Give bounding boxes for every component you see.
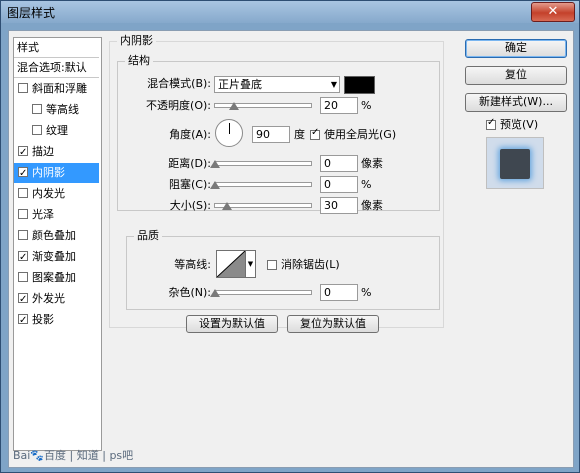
sidebar-item-stroke[interactable]: 描边 [14, 142, 99, 162]
checkbox-drop-shadow[interactable] [18, 311, 28, 330]
preview-checkbox[interactable] [486, 117, 496, 130]
size-input[interactable]: 30 [320, 197, 358, 214]
chevron-down-icon: ▼ [247, 260, 254, 268]
shadow-color-swatch[interactable] [344, 76, 375, 94]
preview-label[interactable]: 预览(V) [500, 117, 538, 133]
checkbox-stroke[interactable] [18, 143, 28, 162]
checkbox-bevel-emboss[interactable] [18, 83, 28, 93]
quality-title: 品质 [134, 229, 162, 243]
sidebar-item-drop-shadow[interactable]: 投影 [14, 310, 99, 330]
choke-unit: % [361, 178, 372, 191]
blend-mode-select[interactable]: 正片叠底 ▼ [214, 76, 340, 93]
opacity-label: 不透明度(O): [146, 99, 211, 112]
sidebar-item-bevel-emboss[interactable]: 斜面和浮雕 [14, 79, 99, 99]
contour-curve-icon [217, 251, 245, 277]
angle-dial[interactable] [215, 119, 243, 147]
size-slider[interactable] [214, 202, 312, 210]
sidebar-item-inner-glow[interactable]: 内发光 [14, 184, 99, 204]
checkbox-inner-shadow[interactable] [18, 164, 28, 183]
reset-button[interactable]: 复位 [465, 66, 567, 85]
size-unit: 像素 [361, 199, 383, 212]
sidebar-item-contour[interactable]: 等高线 [14, 100, 113, 120]
contour-dropdown[interactable]: ▼ [246, 250, 256, 278]
watermark: Bai🐾百度 | 知道 | ps吧 [13, 449, 134, 462]
choke-slider-thumb[interactable] [210, 181, 220, 189]
blend-mode-label: 混合模式(B): [147, 77, 211, 90]
sidebar-item-styles[interactable]: 样式 [14, 38, 99, 58]
checkbox-satin[interactable] [18, 209, 28, 219]
ok-button[interactable]: 确定 [465, 39, 567, 58]
dialog-body: 样式 混合选项:默认 斜面和浮雕 等高线 纹理 描边 内阴影 内发光 光泽 颜色… [8, 30, 574, 468]
sidebar-item-pattern-overlay[interactable]: 图案叠加 [14, 268, 99, 288]
sidebar-item-satin[interactable]: 光泽 [14, 205, 99, 225]
contour-label: 等高线: [174, 258, 211, 271]
title-bar[interactable]: 图层样式 ✕ [1, 1, 579, 23]
contour-picker[interactable] [216, 250, 246, 278]
checkbox-inner-glow[interactable] [18, 188, 28, 198]
opacity-slider-thumb[interactable] [229, 102, 240, 110]
noise-slider-thumb[interactable] [210, 289, 220, 297]
preview-swatch [500, 149, 530, 179]
opacity-slider[interactable] [214, 102, 312, 110]
size-label: 大小(S): [169, 199, 211, 212]
checkbox-pattern-overlay[interactable] [18, 272, 28, 282]
choke-slider[interactable] [210, 181, 312, 189]
use-global-light-checkbox[interactable] [310, 127, 320, 140]
choke-label: 阻塞(C): [169, 178, 211, 191]
close-button[interactable]: ✕ [531, 2, 575, 22]
distance-slider-thumb[interactable] [210, 160, 220, 168]
angle-input[interactable]: 90 [252, 126, 290, 143]
noise-slider[interactable] [210, 289, 312, 297]
distance-unit: 像素 [361, 157, 383, 170]
use-global-light-label[interactable]: 使用全局光(G) [324, 127, 396, 143]
layer-style-dialog: 图层样式 ✕ 样式 混合选项:默认 斜面和浮雕 等高线 纹理 描边 内阴影 内发… [0, 0, 580, 473]
checkbox-gradient-overlay[interactable] [18, 248, 28, 267]
set-as-default-button[interactable]: 设置为默认值 [186, 315, 278, 333]
noise-label: 杂色(N): [168, 286, 211, 299]
distance-slider[interactable] [210, 160, 312, 168]
distance-input[interactable]: 0 [320, 155, 358, 172]
reset-to-default-button[interactable]: 复位为默认值 [287, 315, 379, 333]
angle-label: 角度(A): [169, 128, 211, 141]
styles-list: 样式 混合选项:默认 斜面和浮雕 等高线 纹理 描边 内阴影 内发光 光泽 颜色… [13, 37, 102, 451]
structure-title: 结构 [125, 54, 153, 68]
sidebar-item-outer-glow[interactable]: 外发光 [14, 289, 99, 309]
choke-input[interactable]: 0 [320, 176, 358, 193]
antialias-checkbox[interactable] [267, 260, 277, 270]
opacity-input[interactable]: 20 [320, 97, 358, 114]
antialias-label[interactable]: 消除锯齿(L) [281, 257, 340, 273]
noise-unit: % [361, 286, 372, 299]
sidebar-item-color-overlay[interactable]: 颜色叠加 [14, 226, 99, 246]
angle-unit: 度 [294, 128, 305, 141]
sidebar-item-texture[interactable]: 纹理 [14, 121, 113, 141]
opacity-unit: % [361, 99, 372, 112]
close-icon: ✕ [547, 4, 559, 19]
sidebar-item-inner-shadow[interactable]: 内阴影 [14, 163, 99, 183]
window-title: 图层样式 [7, 6, 56, 20]
blend-mode-value: 正片叠底 [218, 78, 262, 91]
angle-dial-hand [229, 123, 230, 134]
sidebar-item-gradient-overlay[interactable]: 渐变叠加 [14, 247, 99, 267]
panel-title: 内阴影 [117, 34, 156, 48]
size-slider-thumb[interactable] [221, 202, 232, 210]
checkbox-contour[interactable] [32, 104, 42, 114]
noise-input[interactable]: 0 [320, 284, 358, 301]
checkbox-texture[interactable] [32, 125, 42, 135]
checkbox-color-overlay[interactable] [18, 230, 28, 240]
distance-label: 距离(D): [168, 157, 211, 170]
style-preview [486, 137, 544, 189]
sidebar-item-blending-options[interactable]: 混合选项:默认 [14, 58, 99, 78]
checkbox-outer-glow[interactable] [18, 290, 28, 309]
chevron-down-icon: ▼ [330, 80, 337, 89]
new-style-button[interactable]: 新建样式(W)... [465, 93, 567, 112]
